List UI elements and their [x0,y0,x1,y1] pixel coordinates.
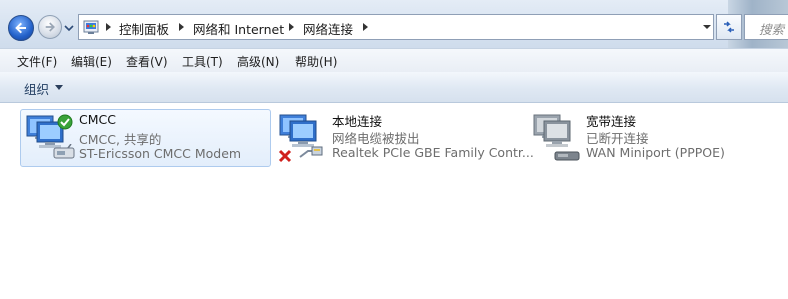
forward-button[interactable] [38,15,62,39]
menu-bar: 文件(F) 编辑(E) 查看(V) 工具(T) 高级(N) 帮助(H) [0,48,788,73]
menu-edit[interactable]: 编辑(E) [71,53,112,70]
chevron-down-icon [703,25,711,29]
control-panel-icon [83,19,99,38]
back-arrow-icon [15,22,26,34]
connection-item-cmcc[interactable]: CMCC CMCC, 共享的 ST-Ericsson CMCC Modem [20,109,271,167]
menu-tools[interactable]: 工具(T) [182,53,223,70]
connection-name: CMCC [79,112,116,127]
refresh-button[interactable] [716,14,742,40]
dialup-device-icon [554,151,580,161]
connection-item-local[interactable]: 本地连接 网络电缆被拔出 Realtek PCIe GBE Family Con… [274,109,534,167]
network-connection-icon [23,112,77,166]
check-badge-icon [57,114,73,130]
modem-icon [53,144,75,159]
breadcrumb-separator[interactable] [289,23,294,31]
connections-list: CMCC CMCC, 共享的 ST-Ericsson CMCC Modem 本地… [0,103,788,299]
network-connection-icon [276,111,330,165]
address-toolbar: 控制面板 网络和 Internet 网络连接 搜索 [0,0,788,48]
refresh-icon [724,21,734,33]
address-bar[interactable]: 控制面板 网络和 Internet 网络连接 [78,14,714,40]
connection-device: ST-Ericsson CMCC Modem [79,146,242,161]
connection-device: Realtek PCIe GBE Family Contr... [332,145,534,160]
search-input[interactable]: 搜索 [744,14,788,40]
network-cable-icon [299,146,323,158]
menu-view[interactable]: 查看(V) [126,53,168,70]
connection-device: WAN Miniport (PPPOE) [586,145,725,160]
breadcrumb-separator[interactable] [106,23,111,31]
menu-advanced[interactable]: 高级(N) [237,53,279,70]
command-bar: 组织 [0,72,788,103]
chevron-down-icon [55,85,63,90]
back-button[interactable] [8,15,34,41]
breadcrumb-separator[interactable] [363,23,368,31]
network-connection-icon [530,111,584,165]
menu-file[interactable]: 文件(F) [17,53,57,70]
chevron-down-icon [64,25,74,32]
forward-arrow-icon [45,22,55,32]
breadcrumb-network-connections[interactable]: 网络连接 [303,19,353,38]
address-dropdown-button[interactable] [700,14,714,40]
red-x-icon [278,149,292,163]
organize-label: 组织 [24,82,50,97]
connection-item-broadband[interactable]: 宽带连接 已断开连接 WAN Miniport (PPPOE) [528,109,778,167]
breadcrumb-separator[interactable] [179,23,184,31]
breadcrumb-control-panel[interactable]: 控制面板 [119,19,169,38]
recent-pages-button[interactable] [64,22,74,32]
menu-help[interactable]: 帮助(H) [295,53,337,70]
breadcrumb-network-internet[interactable]: 网络和 Internet [193,19,284,38]
